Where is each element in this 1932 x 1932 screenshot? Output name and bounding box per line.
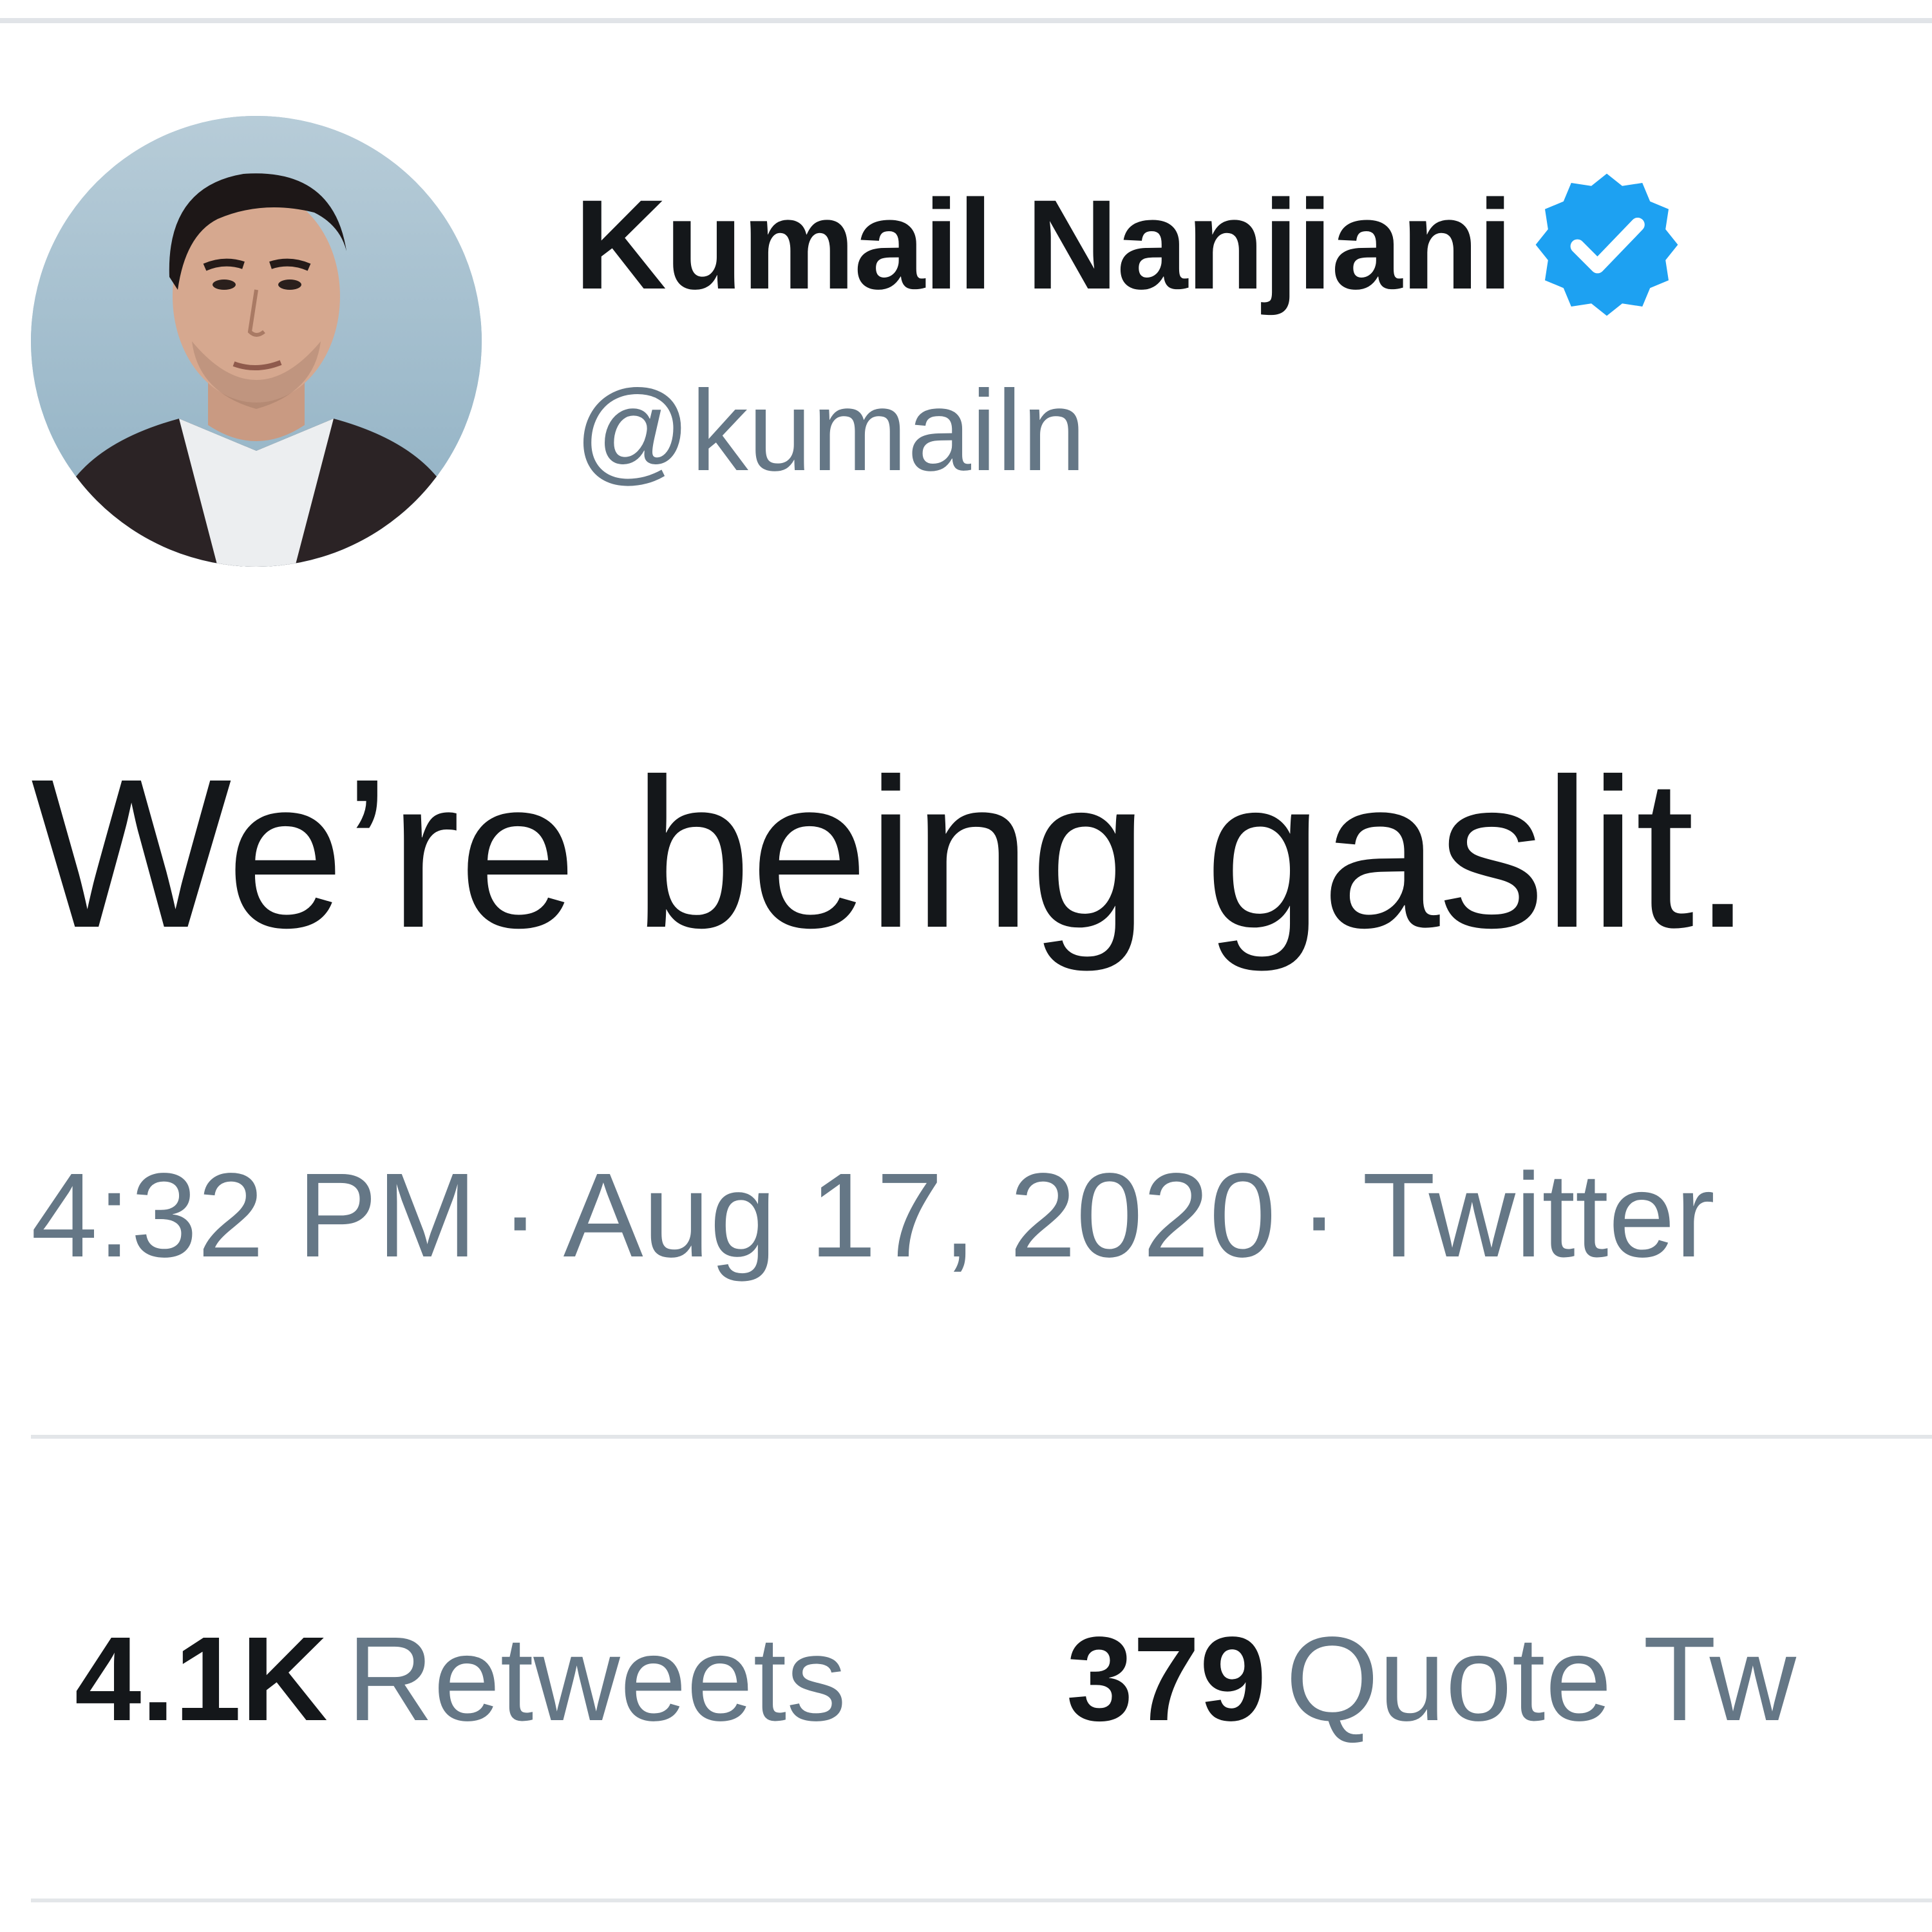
tweet-source[interactable]: Twitter xyxy=(1362,1149,1715,1282)
tweet-date[interactable]: Aug 17, 2020 xyxy=(564,1149,1276,1282)
avatar-photo xyxy=(31,116,482,567)
tweet-text: We’re being gaslit. xyxy=(31,734,1752,972)
retweets-stat[interactable]: 4.1K Retweets xyxy=(75,1620,846,1739)
stats-divider-top xyxy=(31,1435,1932,1439)
meta-separator: · xyxy=(500,1149,540,1282)
avatar[interactable] xyxy=(31,116,482,567)
quote-tweets-count: 379 xyxy=(1066,1613,1267,1746)
retweets-count: 4.1K xyxy=(75,1613,328,1746)
tweet-metadata: 4:32 PM · Aug 17, 2020 · Twitter xyxy=(31,1156,1715,1276)
author-name-row[interactable]: Kumail Nanjiani xyxy=(574,173,1684,316)
meta-separator: · xyxy=(1299,1149,1340,1282)
display-name[interactable]: Kumail Nanjiani xyxy=(574,181,1513,308)
retweets-label: Retweets xyxy=(346,1613,847,1746)
tweet-stats: 4.1K Retweets 379 Quote Tw xyxy=(75,1620,1796,1739)
quote-tweets-stat[interactable]: 379 Quote Tw xyxy=(1066,1620,1796,1739)
quote-tweets-label: Quote Tw xyxy=(1285,1613,1796,1746)
stats-divider-bottom xyxy=(31,1899,1932,1902)
tweet-time[interactable]: 4:32 PM xyxy=(31,1149,477,1282)
verified-badge-icon xyxy=(1530,167,1684,322)
author-handle[interactable]: @kumailn xyxy=(574,374,1086,488)
top-divider xyxy=(0,18,1932,23)
